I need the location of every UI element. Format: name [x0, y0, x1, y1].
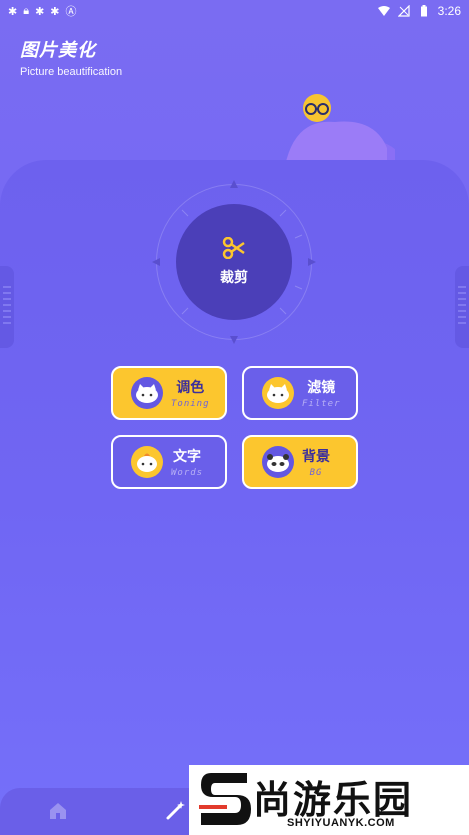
filter-sublabel: Filter: [302, 399, 341, 409]
s-logo: [199, 773, 251, 825]
toning-button[interactable]: 调色 Toning: [111, 366, 227, 420]
bg-text: 背景 BG: [302, 446, 330, 478]
a-icon: Ⓐ: [65, 6, 77, 18]
crop-label: 裁剪: [220, 270, 248, 286]
watermark-url: SHYIYUANYK.COM: [287, 817, 395, 829]
status-left: ✱ 🔒︎ ✱ ✱ Ⓐ: [8, 3, 77, 19]
status-right: 3:26: [377, 4, 461, 18]
chick-avatar-icon: [131, 446, 163, 478]
bug-icon: ✱: [8, 5, 18, 18]
cat-avatar-icon: [262, 377, 294, 409]
bug-icon: ✱: [50, 5, 60, 18]
status-bar: ✱ 🔒︎ ✱ ✱ Ⓐ 3:26: [0, 0, 469, 22]
status-time: 3:26: [437, 4, 461, 18]
magic-wand-icon[interactable]: [165, 799, 187, 821]
filter-text: 滤镜 Filter: [302, 377, 341, 409]
watermark-title: 尚游乐园: [253, 778, 414, 822]
home-icon[interactable]: [48, 801, 68, 821]
words-sublabel: Words: [171, 468, 204, 478]
page-title: 图片美化: [20, 40, 96, 61]
mascot-illustration: [285, 94, 395, 168]
signal-icon: [397, 5, 410, 17]
right-drawer-handle[interactable]: [455, 266, 469, 348]
watermark-banner: 尚游乐园 SHYIYUANYK.COM: [189, 765, 469, 835]
bg-sublabel: BG: [309, 468, 323, 478]
cat-avatar-icon: [131, 377, 163, 409]
words-label: 文字: [173, 449, 202, 465]
wifi-icon: [377, 6, 390, 16]
words-text: 文字 Words: [171, 446, 203, 478]
words-button[interactable]: 文字 Words: [111, 435, 227, 489]
filter-label: 滤镜: [307, 380, 336, 396]
toning-sublabel: Toning: [171, 399, 210, 409]
panda-avatar-icon: [262, 446, 294, 478]
bug-icon: ✱: [35, 5, 45, 18]
crop-button[interactable]: 裁剪: [176, 204, 292, 320]
bg-label: 背景: [302, 449, 330, 465]
toning-label: 调色: [176, 380, 205, 396]
scissors-icon: [222, 237, 245, 259]
toning-text: 调色 Toning: [171, 377, 210, 409]
filter-button[interactable]: 滤镜 Filter: [242, 366, 358, 420]
page-subtitle: Picture beautification: [20, 66, 123, 78]
lock-icon: 🔒︎: [23, 4, 30, 17]
left-drawer-handle[interactable]: [0, 266, 14, 348]
battery-icon: [420, 5, 427, 17]
bg-button[interactable]: 背景 BG: [242, 435, 358, 489]
